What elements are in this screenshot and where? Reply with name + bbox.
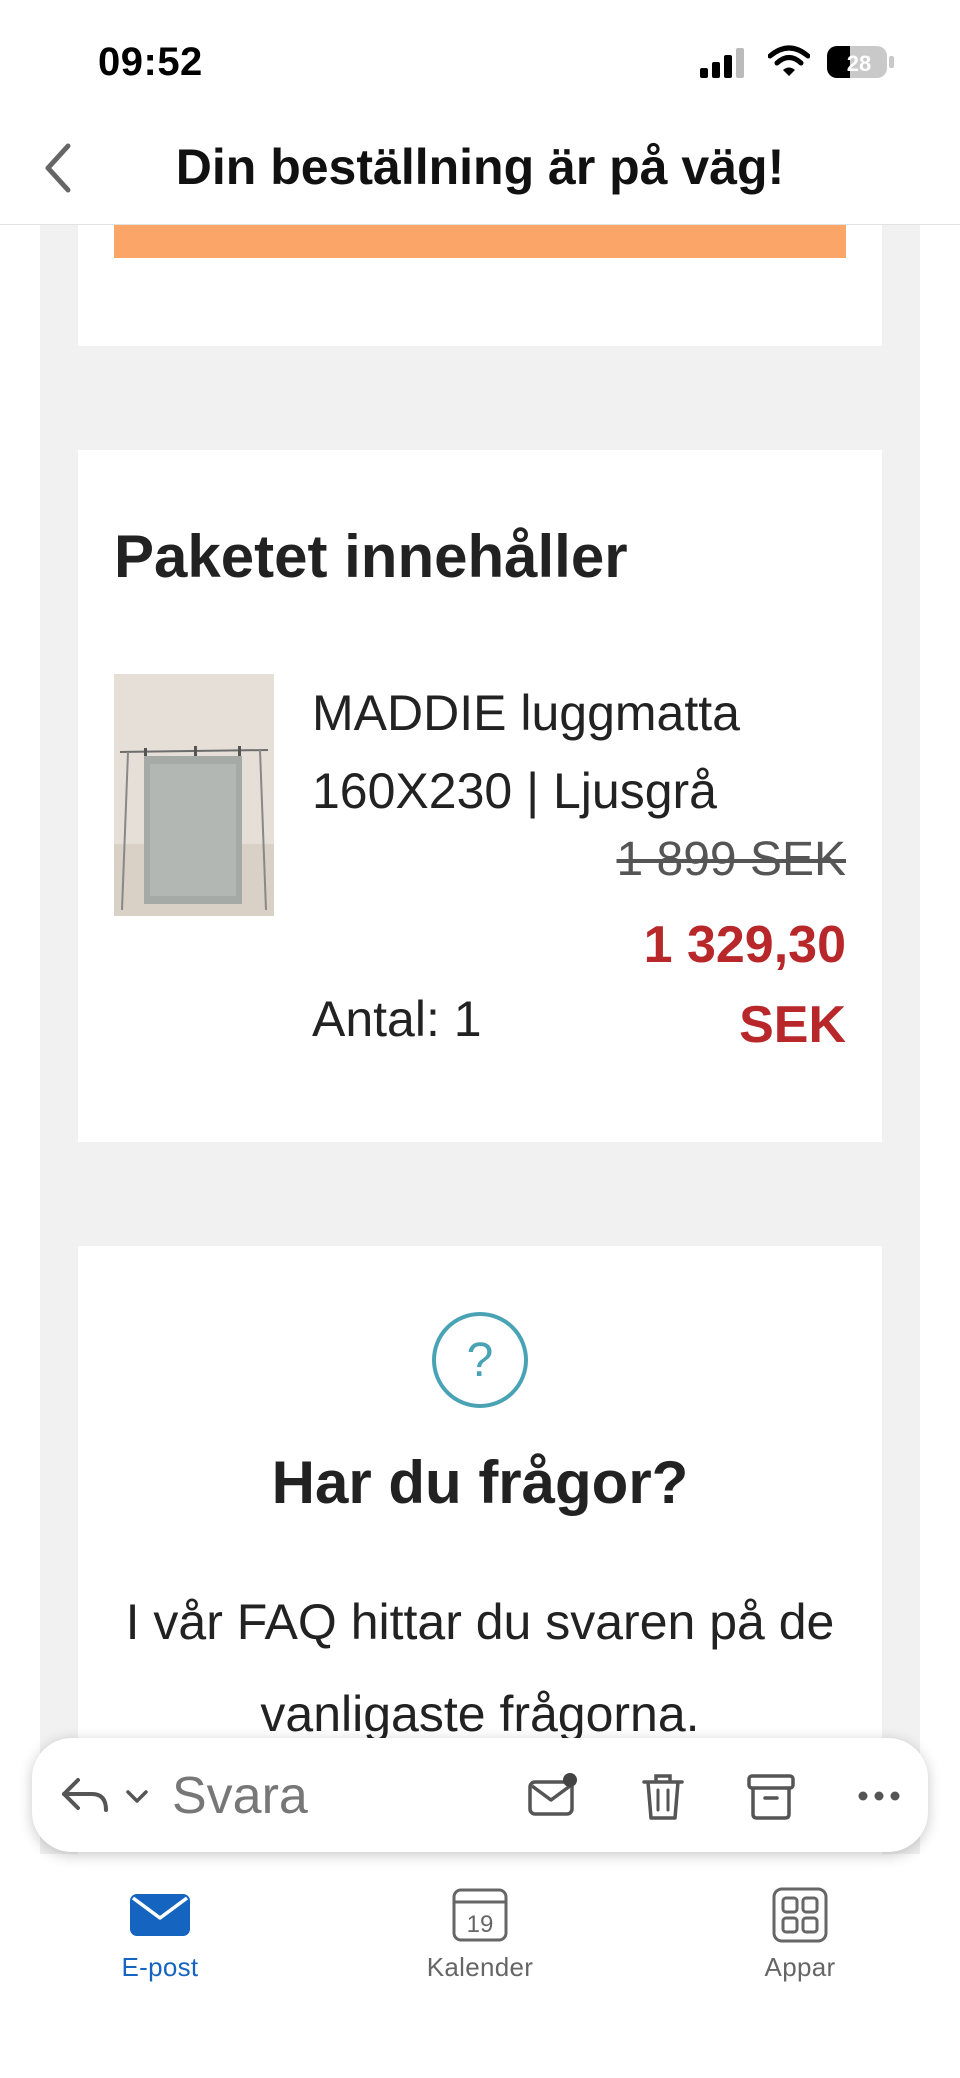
trash-icon[interactable] <box>636 1770 690 1822</box>
mark-unread-icon[interactable] <box>526 1770 580 1822</box>
tab-mail-label: E-post <box>121 1952 199 1982</box>
product-name[interactable]: MADDIE luggmatta 160X230 | Ljusgrå <box>312 674 852 830</box>
original-price: 1 899 SEK <box>616 833 847 886</box>
reply-button[interactable]: Svara <box>172 1766 308 1826</box>
help-title: Har du frågor? <box>271 1449 689 1516</box>
archive-icon[interactable] <box>744 1770 798 1822</box>
email-body[interactable]: Paketet innehåller MADDIE luggmatta 160X… <box>0 224 960 1854</box>
calendar-day: 19 <box>467 1911 494 1938</box>
svg-text:?: ? <box>467 1334 494 1387</box>
nav-header: Din beställning är på väg! <box>0 110 960 225</box>
quantity-label: Antal: 1 <box>312 991 482 1047</box>
package-title: Paketet innehåller <box>114 523 628 590</box>
battery-level: 28 <box>847 51 871 76</box>
product-image[interactable] <box>114 674 274 916</box>
orange-banner[interactable] <box>114 224 846 258</box>
wifi-icon <box>768 45 810 76</box>
bottom-tab-bar: E-post 19 Kalender Appar <box>0 1854 960 2078</box>
top-card <box>78 224 882 346</box>
question-icon: ? <box>432 1312 528 1408</box>
tab-calendar-label: Kalender <box>426 1952 534 1982</box>
cellular-signal-icon <box>700 48 744 78</box>
tab-mail[interactable]: E-post <box>70 1886 250 2006</box>
battery-icon: 28 <box>827 46 894 78</box>
email-subject-title: Din beställning är på väg! <box>175 139 785 195</box>
sale-price: 1 329,30 SEK <box>643 916 846 1054</box>
help-text: I vår FAQ hittar du svaren på de vanliga… <box>125 1594 835 1742</box>
reply-icon[interactable] <box>58 1774 112 1816</box>
calendar-icon: 19 <box>452 1888 508 1942</box>
status-bar: 09:52 28 <box>0 0 960 110</box>
chevron-down-icon[interactable] <box>124 1786 150 1806</box>
mail-icon <box>130 1894 190 1936</box>
apps-grid-icon <box>772 1887 828 1943</box>
tab-apps-label: Appar <box>764 1952 836 1982</box>
reply-toolbar: Svara <box>32 1738 928 1852</box>
more-options-icon[interactable] <box>852 1770 906 1822</box>
tab-calendar[interactable]: 19 Kalender <box>390 1886 570 2006</box>
package-card: Paketet innehåller MADDIE luggmatta 160X… <box>78 450 882 1142</box>
tab-apps[interactable]: Appar <box>710 1886 890 2006</box>
status-time: 09:52 <box>98 40 203 84</box>
